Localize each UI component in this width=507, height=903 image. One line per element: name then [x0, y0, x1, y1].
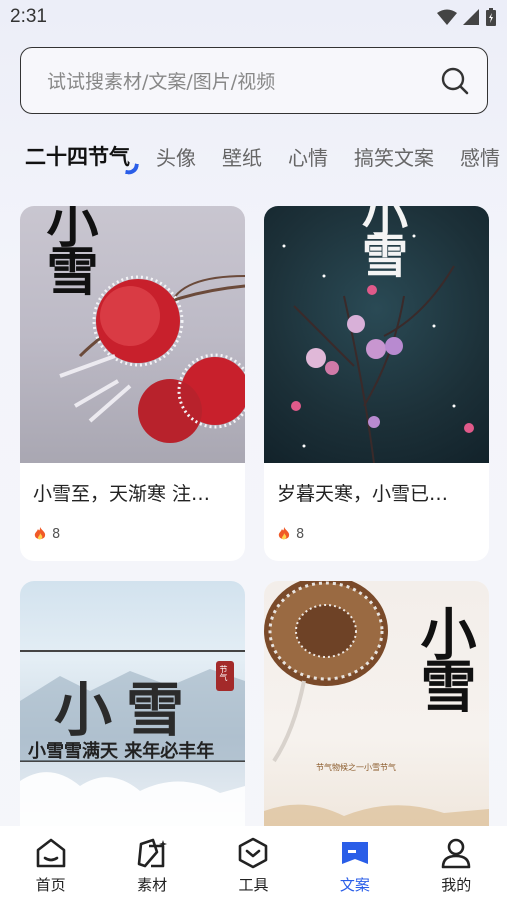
card-subtitle: 节气物候之一小雪节气	[316, 763, 396, 772]
tab-mood[interactable]: 心情	[288, 142, 328, 171]
nav-label: 文案	[339, 876, 370, 894]
content-card[interactable]: 小雪 岁暮天寒，小雪已… 8	[264, 206, 489, 561]
nav-tools[interactable]: 工具	[213, 836, 293, 895]
card-image-text: 小雪	[411, 605, 477, 709]
tab-wallpaper[interactable]: 壁纸	[222, 142, 262, 171]
nav-label: 我的	[441, 876, 472, 894]
status-time: 2:31	[10, 6, 47, 27]
search-icon[interactable]	[441, 67, 469, 95]
card-image: 小雪 节气物候之一小雪节气	[264, 581, 489, 826]
tab-funny-copy[interactable]: 搞笑文案	[354, 142, 434, 171]
card-subtitle: 小雪雪满天 来年必丰年	[28, 741, 215, 762]
content-card[interactable]: 小雪 小雪至，天渐寒 注… 8	[20, 206, 245, 561]
category-tabs: 二十四节气 头像 壁纸 心情 搞笑文案 感情	[0, 136, 507, 176]
nav-label: 首页	[35, 876, 66, 894]
like-count: 8	[52, 526, 61, 542]
card-image-text: 小雪	[54, 676, 199, 744]
copywriting-icon	[341, 842, 368, 864]
nav-profile[interactable]: 我的	[416, 836, 496, 895]
card-likes: 8	[264, 506, 489, 542]
card-image: 小雪	[264, 206, 489, 463]
status-bar: 2:31	[0, 0, 507, 34]
search-input[interactable]: 试试搜素材/文案/图片/视频	[20, 47, 488, 114]
battery-icon	[486, 8, 496, 26]
content-grid: 小雪 小雪至，天渐寒 注… 8 小雪 岁暮天寒，小雪已… 8 小雪 小雪雪满天 …	[20, 206, 489, 826]
fire-icon	[278, 527, 290, 540]
card-image: 小雪	[20, 206, 245, 463]
card-likes: 8	[20, 506, 245, 542]
card-image-text: 小雪	[355, 206, 409, 272]
tab-avatar[interactable]: 头像	[156, 142, 196, 171]
tab-active-indicator	[125, 162, 139, 176]
bottom-navigation: 首页 素材 工具 文案 我的	[0, 826, 507, 903]
card-stamp: 节气	[219, 665, 228, 681]
tab-solar-terms[interactable]: 二十四节气	[25, 141, 139, 176]
tab-emotion[interactable]: 感情	[460, 142, 500, 171]
nav-label: 工具	[238, 876, 269, 894]
card-title: 岁暮天寒，小雪已…	[277, 483, 449, 505]
like-count: 8	[296, 526, 305, 542]
card-image-text: 小雪	[37, 206, 98, 292]
fire-icon	[34, 527, 46, 540]
nav-material[interactable]: 素材	[112, 836, 192, 895]
card-title: 小雪至，天渐寒 注…	[33, 483, 211, 505]
material-icon	[137, 838, 168, 868]
content-card[interactable]: 小雪 节气物候之一小雪节气	[264, 581, 489, 826]
nav-copywriting[interactable]: 文案	[315, 836, 395, 895]
signal-icon	[463, 9, 479, 25]
content-card[interactable]: 小雪 小雪雪满天 来年必丰年 节气	[20, 581, 245, 826]
card-image: 小雪 小雪雪满天 来年必丰年 节气	[20, 581, 245, 826]
nav-label: 素材	[137, 876, 168, 894]
profile-icon	[441, 838, 471, 869]
search-placeholder: 试试搜素材/文案/图片/视频	[47, 71, 276, 93]
wifi-icon	[437, 9, 457, 25]
nav-home[interactable]: 首页	[11, 836, 91, 895]
home-icon	[36, 838, 65, 868]
status-icons	[437, 8, 497, 26]
tools-icon	[239, 837, 268, 869]
